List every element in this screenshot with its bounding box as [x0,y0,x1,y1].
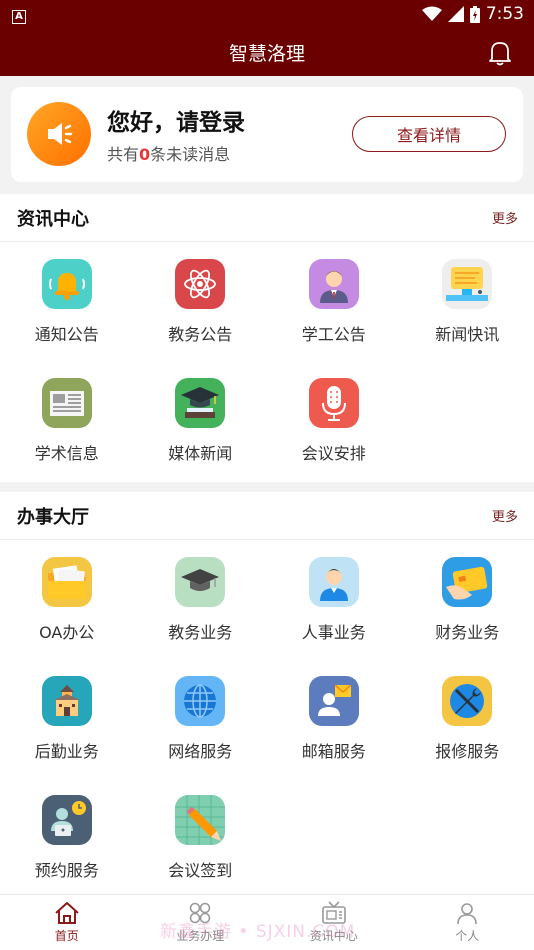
atom-icon [175,259,226,309]
grid-item-personnel[interactable]: 人事业务 [267,540,401,659]
appointment-icon [41,795,92,845]
wifi-icon [421,6,442,21]
service-hall-title: 办事大厅 [17,506,89,528]
grid-item-meeting-checkin[interactable]: 会议签到 [134,778,268,897]
teacher-icon [308,259,359,309]
login-card[interactable]: 您好，请登录 共有0条未读消息 查看详情 [11,87,523,182]
grid-icon [189,902,211,924]
wrench-icon [442,676,493,726]
tab-personal[interactable]: 个人 [401,895,534,950]
notification-a-icon: A [12,10,26,24]
grid-item-finance[interactable]: 财务业务 [401,540,534,659]
status-bar: A 7:53 [0,0,534,28]
tv-icon [321,901,346,924]
grid-item-student-work-notice[interactable]: 学工公告 [267,242,401,361]
tab-home[interactable]: 首页 [0,895,134,950]
folder-icon [41,557,92,607]
unread-message-text: 共有0条未读消息 [107,145,231,164]
news-center-grid: 通知公告 教务公告 学工公告 新闻快讯 学术信息 媒体新闻 会议安排 [0,242,534,480]
news-center-more-link[interactable]: 更多 [492,208,518,227]
user-icon [457,903,478,925]
microphone-icon [308,378,359,428]
newspaper-icon [41,378,92,428]
grid-item-oa-office[interactable]: OA办公 [0,540,134,659]
tab-business[interactable]: 业务办理 [134,895,268,950]
grid-item-academic-notice[interactable]: 教务公告 [134,242,268,361]
speaker-icon [48,123,73,145]
view-details-button[interactable]: 查看详情 [352,116,506,152]
grid-item-network[interactable]: 网络服务 [134,659,268,778]
grid-item-meeting-schedule[interactable]: 会议安排 [267,361,401,480]
service-hall-more-link[interactable]: 更多 [492,506,518,525]
mail-icon [308,676,359,726]
grid-item-media-news[interactable]: 媒体新闻 [134,361,268,480]
service-hall-section: 办事大厅 更多 OA办公 教务业务 人事业务 财务业务 后勤业务 网络服务 邮箱… [0,492,534,894]
service-hall-grid: OA办公 教务业务 人事业务 财务业务 后勤业务 网络服务 邮箱服务 报修服务 … [0,540,534,897]
grid-item-notice[interactable]: 通知公告 [0,242,134,361]
graduation-cap-icon [175,378,226,428]
status-time: 7:53 [485,4,524,24]
credit-card-icon [442,557,493,607]
grid-item-academic-info[interactable]: 学术信息 [0,361,134,480]
news-center-section: 资讯中心 更多 通知公告 教务公告 学工公告 新闻快讯 学术信息 媒体新闻 会议… [0,194,534,482]
pencil-icon [175,795,226,845]
home-icon [55,902,79,924]
signal-icon [447,6,464,22]
bell-icon[interactable] [488,40,512,66]
grid-item-appointment[interactable]: 预约服务 [0,778,134,897]
grid-item-repair[interactable]: 报修服务 [401,659,534,778]
page-title: 智慧洛理 [228,42,305,65]
grid-item-news-flash[interactable]: 新闻快讯 [401,242,534,361]
grid-item-academic-affairs[interactable]: 教务业务 [134,540,268,659]
news-center-title: 资讯中心 [17,208,89,230]
service-hall-header: 办事大厅 更多 [0,492,534,540]
grid-item-logistics[interactable]: 后勤业务 [0,659,134,778]
bell-icon [41,259,92,309]
news-center-header: 资讯中心 更多 [0,194,534,242]
bottom-tab-bar: 首页 业务办理 资讯中心 个人 [0,894,534,950]
unread-count: 0 [139,145,151,164]
login-greeting[interactable]: 您好，请登录 [107,103,245,137]
tab-news-center[interactable]: 资讯中心 [267,895,401,950]
app-bar: 智慧洛理 [0,28,534,76]
building-icon [41,676,92,726]
globe-icon [175,676,226,726]
battery-icon [469,5,480,23]
grid-item-mailbox[interactable]: 邮箱服务 [267,659,401,778]
speaker-avatar [27,102,91,166]
news-flash-icon [442,259,493,309]
person-icon [308,557,359,607]
graduation-cap-icon [175,557,226,607]
